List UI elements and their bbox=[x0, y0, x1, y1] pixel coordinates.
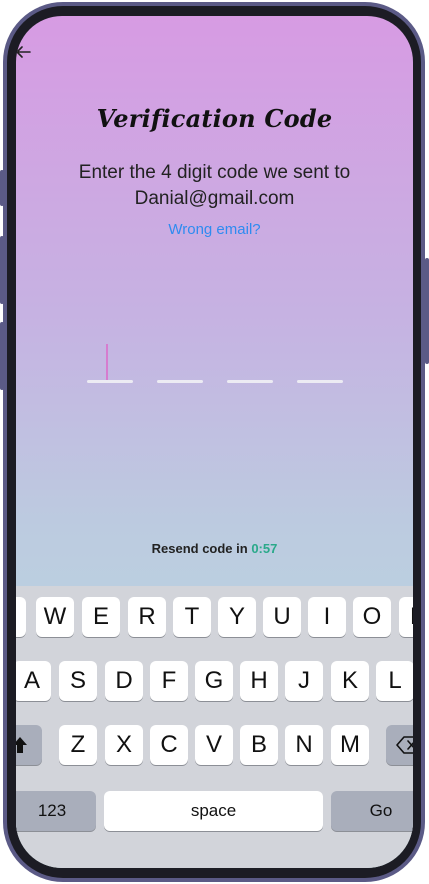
text-cursor bbox=[106, 344, 108, 380]
key-z[interactable]: Z bbox=[59, 725, 97, 765]
shift-icon bbox=[16, 737, 27, 753]
power-button bbox=[425, 258, 429, 364]
key-a[interactable]: A bbox=[16, 661, 51, 701]
key-s[interactable]: S bbox=[59, 661, 97, 701]
shift-key[interactable] bbox=[16, 725, 42, 765]
go-key[interactable]: Go bbox=[331, 791, 413, 831]
key-g[interactable]: G bbox=[195, 661, 233, 701]
volume-down-button bbox=[0, 322, 4, 390]
space-key[interactable]: space bbox=[104, 791, 323, 831]
resend-label: Resend code in bbox=[151, 541, 248, 556]
numbers-key[interactable]: 123 bbox=[16, 791, 96, 831]
screen: Verification Code Enter the 4 digit code… bbox=[16, 16, 413, 868]
key-b[interactable]: B bbox=[240, 725, 278, 765]
key-v[interactable]: V bbox=[195, 725, 233, 765]
wrong-email-link[interactable]: Wrong email? bbox=[16, 221, 413, 238]
mute-switch bbox=[0, 170, 4, 206]
key-k[interactable]: K bbox=[331, 661, 369, 701]
key-e[interactable]: E bbox=[82, 597, 120, 637]
key-j[interactable]: J bbox=[285, 661, 323, 701]
key-u[interactable]: U bbox=[263, 597, 301, 637]
otp-digit-1[interactable] bbox=[87, 380, 133, 383]
back-arrow-icon[interactable] bbox=[16, 44, 34, 60]
backspace-icon bbox=[396, 736, 413, 754]
key-p[interactable]: P bbox=[399, 597, 413, 637]
otp-digit-2[interactable] bbox=[157, 380, 203, 383]
resend-timer: 0:57 bbox=[251, 541, 278, 556]
key-i[interactable]: I bbox=[308, 597, 346, 637]
otp-digit-4[interactable] bbox=[297, 380, 343, 383]
instructions-text: Enter the 4 digit code we sent to Danial… bbox=[36, 160, 393, 212]
key-w[interactable]: W bbox=[36, 597, 74, 637]
backspace-key[interactable] bbox=[386, 725, 413, 765]
email-address: Danial@gmail.com bbox=[134, 188, 295, 209]
key-h[interactable]: H bbox=[240, 661, 278, 701]
key-n[interactable]: N bbox=[285, 725, 323, 765]
otp-digit-3[interactable] bbox=[227, 380, 273, 383]
key-o[interactable]: O bbox=[353, 597, 391, 637]
on-screen-keyboard: Q W E R T Y U I O P A S D F G H J K L bbox=[16, 586, 413, 868]
key-y[interactable]: Y bbox=[218, 597, 256, 637]
key-d[interactable]: D bbox=[105, 661, 143, 701]
key-c[interactable]: C bbox=[150, 725, 188, 765]
key-q[interactable]: Q bbox=[16, 597, 26, 637]
key-m[interactable]: M bbox=[331, 725, 369, 765]
key-l[interactable]: L bbox=[376, 661, 413, 701]
page-title: Verification Code bbox=[96, 104, 333, 133]
key-r[interactable]: R bbox=[128, 597, 166, 637]
key-f[interactable]: F bbox=[150, 661, 188, 701]
volume-up-button bbox=[0, 236, 4, 304]
phone-frame: Verification Code Enter the 4 digit code… bbox=[0, 0, 429, 884]
resend-code: Resend code in 0:57 bbox=[16, 541, 413, 556]
key-x[interactable]: X bbox=[105, 725, 143, 765]
key-t[interactable]: T bbox=[173, 597, 211, 637]
instructions-line: Enter the 4 digit code we sent to bbox=[78, 162, 351, 183]
